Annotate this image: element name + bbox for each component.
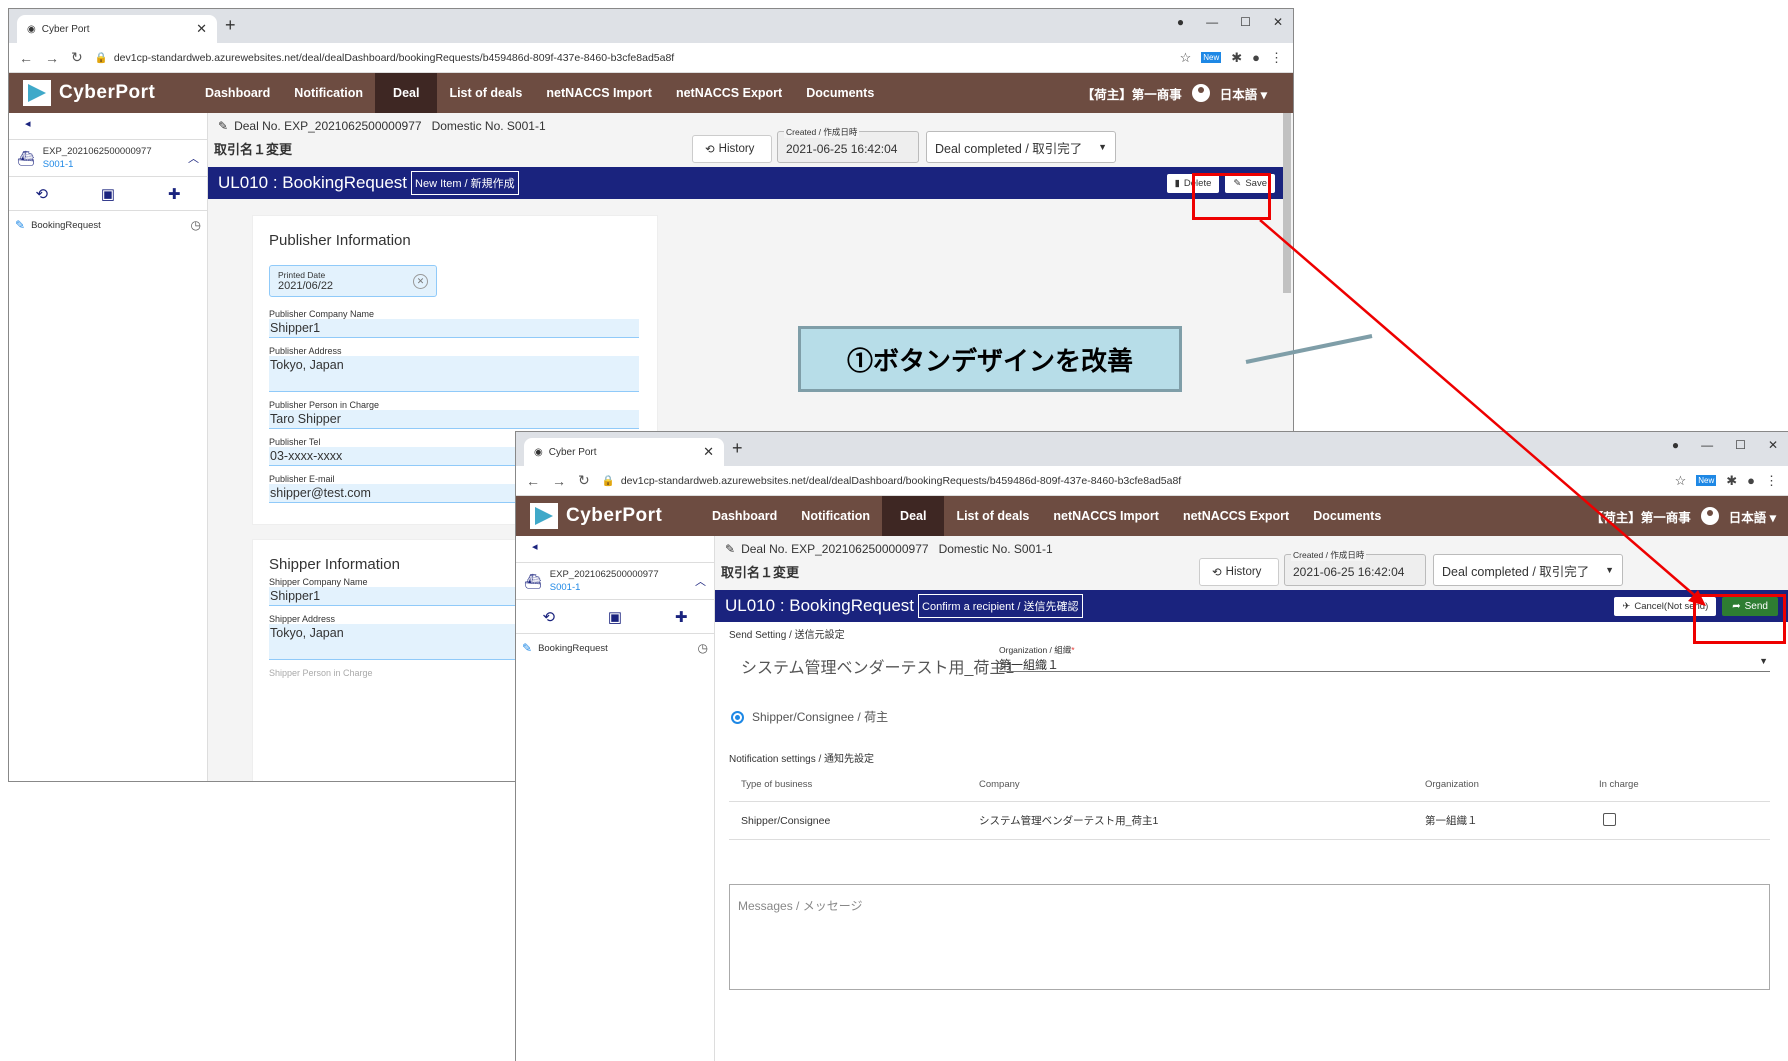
red-arrow-line	[1259, 219, 1701, 601]
callout-connector	[1245, 334, 1373, 364]
unused-line	[1245, 333, 1371, 336]
annotation-overlay	[1245, 219, 1706, 606]
